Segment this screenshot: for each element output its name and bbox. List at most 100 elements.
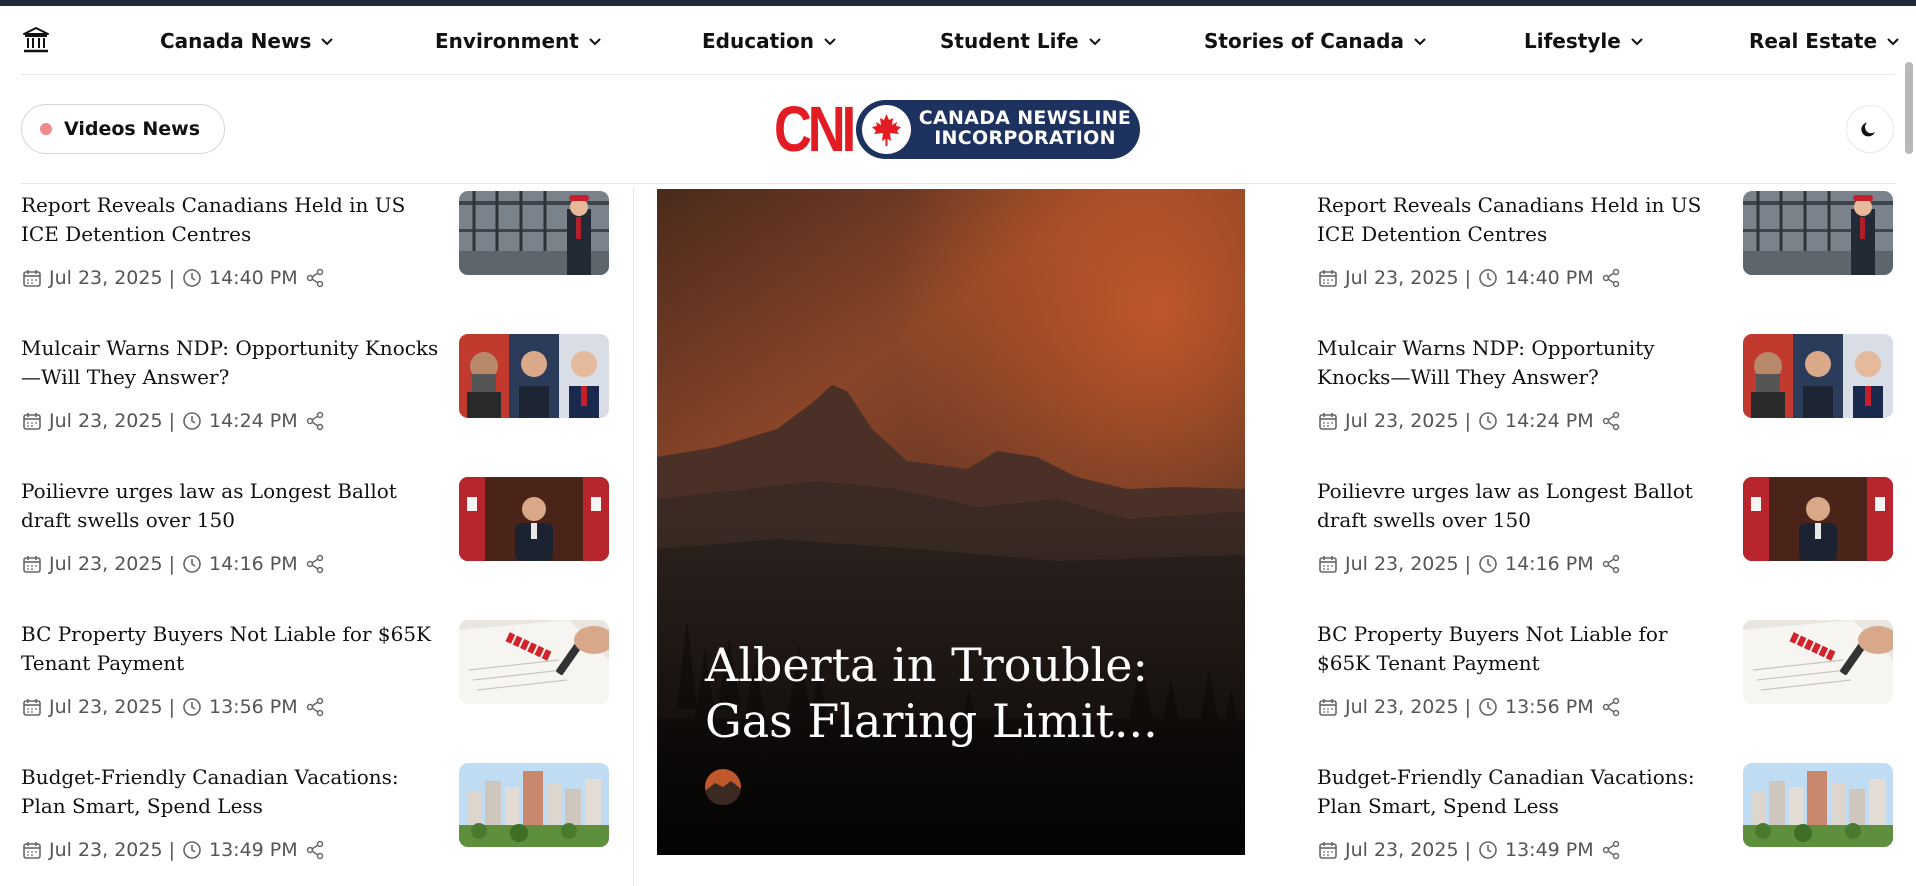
article-title[interactable]: Budget-Friendly Canadian Vacations: Plan… — [21, 763, 441, 821]
article-thumbnail[interactable] — [1743, 477, 1893, 561]
article-title[interactable]: BC Property Buyers Not Liable for $65K T… — [1317, 620, 1707, 678]
article-date: Jul 23, 2025 — [1345, 696, 1459, 718]
share-icon[interactable] — [1600, 839, 1622, 861]
article-thumbnail[interactable] — [1743, 191, 1893, 275]
article-time: 14:16 PM — [1504, 553, 1594, 575]
article-date: Jul 23, 2025 — [1345, 410, 1459, 432]
list-item[interactable]: Poilievre urges law as Longest Ballot dr… — [1317, 477, 1895, 607]
logo-line-2: INCORPORATION — [934, 127, 1116, 149]
nav-item-label: Student Life — [940, 29, 1079, 53]
share-icon[interactable] — [304, 839, 326, 861]
nav-item-lifestyle[interactable]: Lifestyle — [1524, 28, 1645, 54]
article-time: 13:49 PM — [208, 839, 298, 861]
calendar-icon — [1319, 270, 1337, 287]
nav-item-stories-of-canada[interactable]: Stories of Canada — [1204, 28, 1428, 54]
page-scrollbar[interactable] — [1905, 62, 1913, 154]
chevron-down-icon — [1887, 38, 1899, 46]
article-time: 14:24 PM — [1504, 410, 1594, 432]
videos-news-label: Videos News — [64, 118, 200, 140]
logo-pill: CANADA NEWSLINE INCORPORATION — [856, 100, 1140, 159]
article-title[interactable]: Report Reveals Canadians Held in US ICE … — [1317, 191, 1707, 249]
article-thumbnail[interactable] — [1743, 763, 1893, 847]
article-date: Jul 23, 2025 — [1345, 267, 1459, 289]
share-icon[interactable] — [304, 553, 326, 575]
meta-separator: | — [168, 553, 175, 575]
nav-item-canada-news[interactable]: Canada News — [160, 28, 335, 54]
article-time: 13:56 PM — [1504, 696, 1594, 718]
meta-separator: | — [168, 410, 175, 432]
clock-icon — [183, 841, 201, 859]
calendar-icon — [23, 699, 41, 716]
list-item[interactable]: Mulcair Warns NDP: Opportunity Knocks—Wi… — [1317, 334, 1895, 464]
article-date: Jul 23, 2025 — [49, 553, 163, 575]
share-icon[interactable] — [304, 267, 326, 289]
meta-separator: | — [168, 696, 175, 718]
header-divider — [21, 183, 1895, 184]
article-meta: Jul 23, 2025 | 13:56 PM — [1317, 696, 1622, 718]
article-thumbnail[interactable] — [459, 620, 609, 704]
article-thumbnail[interactable] — [459, 477, 609, 561]
calendar-icon — [1319, 556, 1337, 573]
article-title[interactable]: BC Property Buyers Not Liable for $65K T… — [21, 620, 441, 678]
article-date: Jul 23, 2025 — [1345, 553, 1459, 575]
article-time: 14:16 PM — [208, 553, 298, 575]
site-logo[interactable]: CNI CANADA NEWSLINE INCORPORATION — [774, 97, 1140, 161]
nav-item-label: Real Estate — [1749, 29, 1878, 53]
nav-item-label: Environment — [435, 29, 579, 53]
article-title[interactable]: Mulcair Warns NDP: Opportunity Knocks—Wi… — [1317, 334, 1707, 392]
nav-item-student-life[interactable]: Student Life — [940, 28, 1103, 54]
article-thumbnail[interactable] — [1743, 334, 1893, 418]
article-title[interactable]: Poilievre urges law as Longest Ballot dr… — [1317, 477, 1707, 535]
meta-separator: | — [1464, 410, 1471, 432]
nav-item-education[interactable]: Education — [702, 28, 838, 54]
article-meta: Jul 23, 2025 | 13:56 PM — [21, 696, 326, 718]
share-icon[interactable] — [1600, 267, 1622, 289]
share-icon[interactable] — [304, 410, 326, 432]
nav-item-environment[interactable]: Environment — [435, 28, 603, 54]
article-thumbnail[interactable] — [459, 763, 609, 847]
clock-icon — [1479, 412, 1497, 430]
share-icon[interactable] — [1600, 410, 1622, 432]
article-meta: Jul 23, 2025 | 14:40 PM — [21, 267, 326, 289]
author-avatar[interactable] — [705, 769, 741, 805]
calendar-icon — [23, 413, 41, 430]
logo-line-1: CANADA NEWSLINE — [918, 107, 1132, 129]
article-time: 13:49 PM — [1504, 839, 1594, 861]
chevron-down-icon — [824, 38, 836, 46]
article-title[interactable]: Mulcair Warns NDP: Opportunity Knocks—Wi… — [21, 334, 441, 392]
article-meta: Jul 23, 2025 | 14:24 PM — [21, 410, 326, 432]
article-time: 14:40 PM — [208, 267, 298, 289]
article-thumbnail[interactable] — [459, 191, 609, 275]
share-icon[interactable] — [1600, 696, 1622, 718]
videos-news-button[interactable]: Videos News — [21, 104, 225, 154]
featured-article[interactable]: Alberta in Trouble: Gas Flaring Limit... — [657, 189, 1245, 855]
article-title[interactable]: Poilievre urges law as Longest Ballot dr… — [21, 477, 441, 535]
list-item[interactable]: Poilievre urges law as Longest Ballot dr… — [21, 477, 609, 607]
institution-icon[interactable] — [21, 25, 51, 55]
article-title[interactable]: Report Reveals Canadians Held in US ICE … — [21, 191, 441, 249]
chevron-down-icon — [321, 38, 334, 46]
nav-item-label: Stories of Canada — [1204, 29, 1404, 53]
article-title[interactable]: Budget-Friendly Canadian Vacations: Plan… — [1317, 763, 1707, 821]
clock-icon — [183, 555, 201, 573]
share-icon[interactable] — [1600, 553, 1622, 575]
list-item[interactable]: BC Property Buyers Not Liable for $65K T… — [1317, 620, 1895, 750]
column-divider — [633, 187, 634, 886]
article-meta: Jul 23, 2025 | 14:16 PM — [21, 553, 326, 575]
list-item[interactable]: Budget-Friendly Canadian Vacations: Plan… — [1317, 763, 1895, 886]
nav-item-label: Education — [702, 29, 814, 53]
list-item[interactable]: Budget-Friendly Canadian Vacations: Plan… — [21, 763, 609, 886]
chevron-down-icon — [1414, 38, 1426, 46]
article-meta: Jul 23, 2025 | 14:16 PM — [1317, 553, 1622, 575]
dark-mode-toggle[interactable] — [1846, 105, 1894, 153]
nav-item-real-estate[interactable]: Real Estate — [1749, 28, 1901, 54]
article-thumbnail[interactable] — [1743, 620, 1893, 704]
list-item[interactable]: BC Property Buyers Not Liable for $65K T… — [21, 620, 609, 750]
list-item[interactable]: Report Reveals Canadians Held in US ICE … — [1317, 191, 1895, 321]
featured-title[interactable]: Alberta in Trouble: Gas Flaring Limit... — [705, 637, 1225, 749]
list-item[interactable]: Report Reveals Canadians Held in US ICE … — [21, 191, 609, 321]
article-thumbnail[interactable] — [459, 334, 609, 418]
share-icon[interactable] — [304, 696, 326, 718]
list-item[interactable]: Mulcair Warns NDP: Opportunity Knocks—Wi… — [21, 334, 609, 464]
live-dot-icon — [40, 123, 52, 135]
